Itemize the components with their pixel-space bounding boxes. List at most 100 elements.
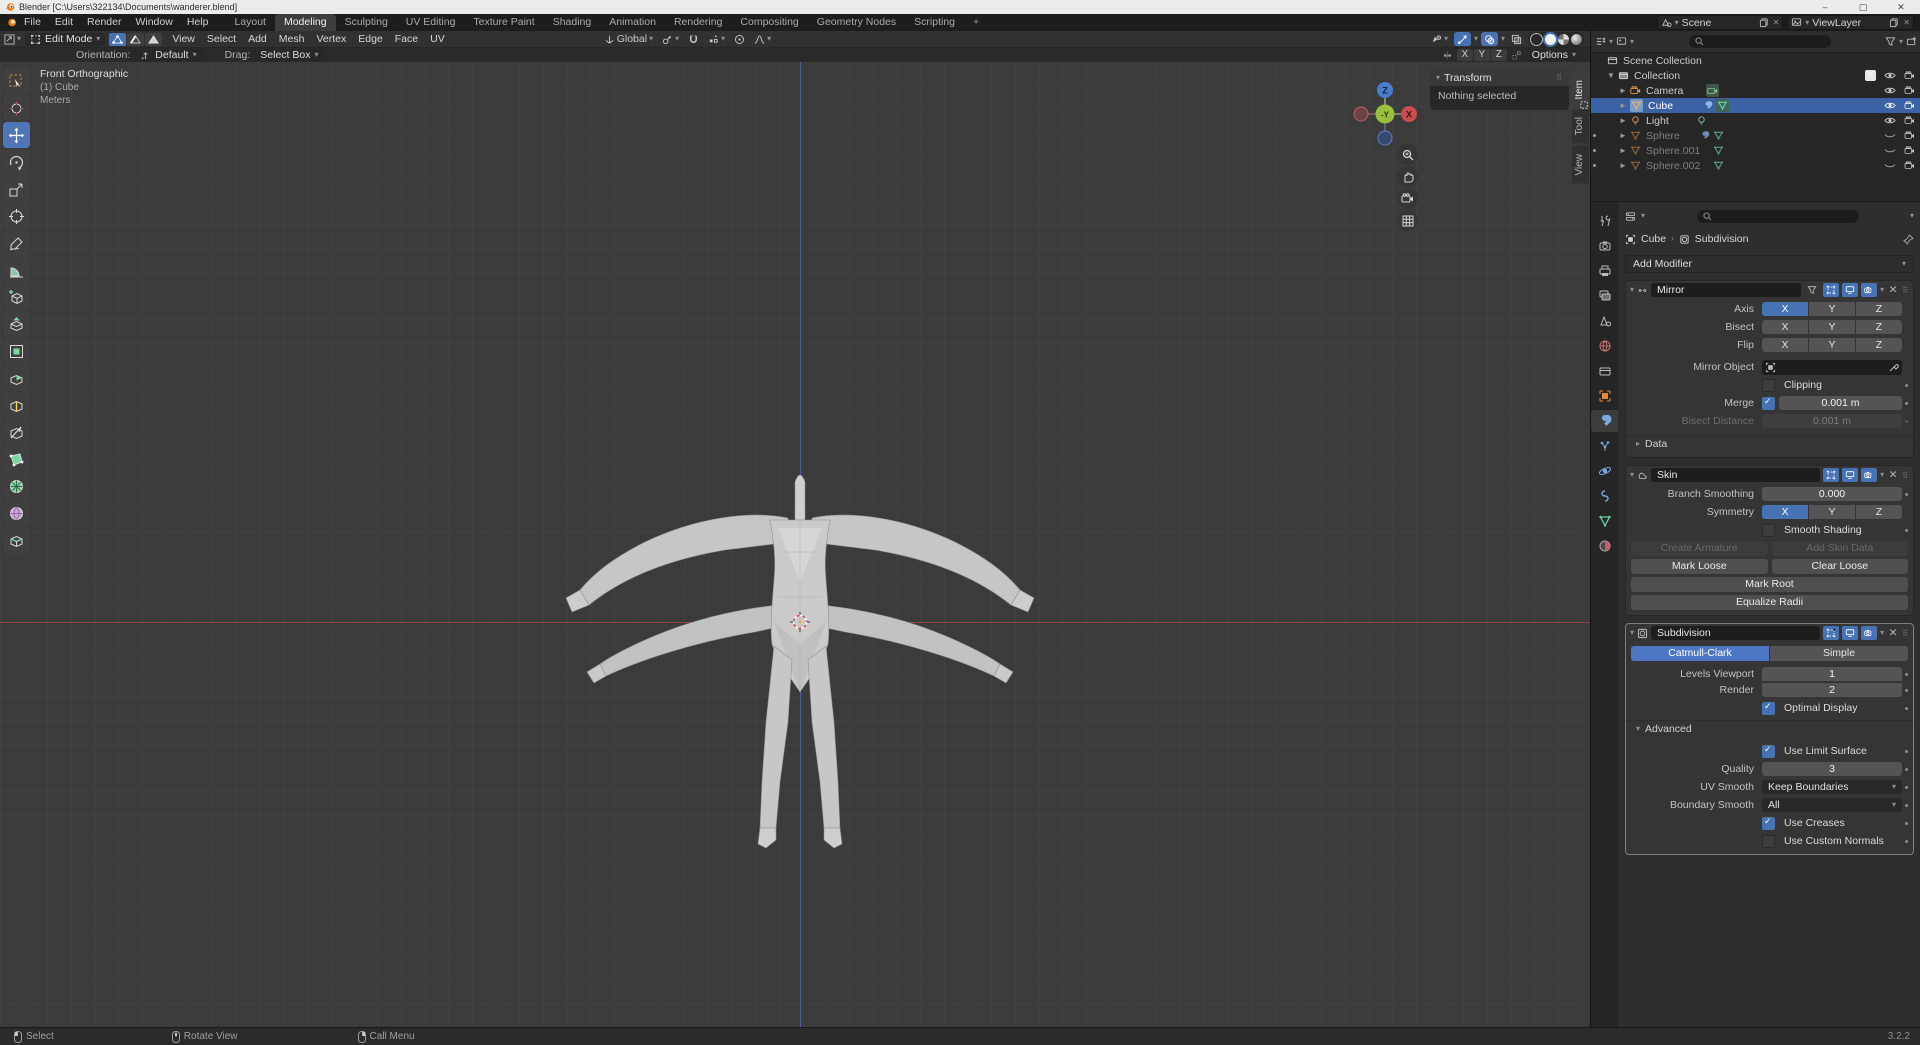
3d-viewport[interactable]: Front Orthographic (1) Cube Meters Z X -… <box>0 62 1590 1028</box>
modifier-name-field[interactable]: Skin <box>1651 468 1820 482</box>
tab-collection[interactable] <box>1591 360 1618 382</box>
zoom-button[interactable] <box>1397 144 1418 165</box>
tool-rotate-button[interactable] <box>3 149 30 175</box>
show-on-cage-toggle[interactable] <box>1804 283 1820 297</box>
workspace-tab-sculpting[interactable]: Sculpting <box>336 14 397 31</box>
outliner-row-sphere[interactable]: ► Sphere <box>1591 128 1920 143</box>
toggle-perspective-button[interactable] <box>1397 210 1418 231</box>
tool-smooth-button[interactable] <box>3 500 30 526</box>
remove-modifier-button[interactable]: ✕ <box>1887 627 1899 639</box>
blender-app-icon[interactable] <box>6 17 17 28</box>
close-button[interactable]: ✕ <box>1882 0 1920 14</box>
outliner-row-sphere-002[interactable]: ► Sphere.002 <box>1591 158 1920 173</box>
mark-root-button[interactable]: Mark Root <box>1631 577 1908 592</box>
create-armature-button[interactable]: Create Armature <box>1631 541 1768 556</box>
collapse-icon[interactable]: ▾ <box>1630 629 1634 637</box>
symmetry-z[interactable]: Z <box>1856 505 1902 519</box>
eyedropper-icon[interactable] <box>1889 362 1899 372</box>
snap-base-icon[interactable] <box>1511 50 1522 61</box>
bisect-y[interactable]: Y <box>1809 320 1855 334</box>
sidebar-tab-view[interactable]: View <box>1572 146 1589 184</box>
use-limit-surface-checkbox[interactable] <box>1762 745 1775 758</box>
workspace-tab-scripting[interactable]: Scripting <box>905 14 964 31</box>
smooth-shading-checkbox[interactable] <box>1762 524 1775 537</box>
tool-extrude-region-button[interactable] <box>3 311 30 337</box>
bisect-distance-field[interactable]: 0.001 m <box>1762 414 1902 428</box>
show-in-render-toggle[interactable] <box>1861 626 1877 640</box>
show-in-render-toggle[interactable] <box>1861 468 1877 482</box>
optimal-display-checkbox[interactable] <box>1762 702 1775 715</box>
new-scene-icon[interactable] <box>1759 17 1770 28</box>
symmetry-x[interactable]: X <box>1762 505 1808 519</box>
eye-open-icon[interactable] <box>1884 116 1896 125</box>
remove-viewlayer-icon[interactable]: ✕ <box>1903 19 1910 27</box>
clear-loose-button[interactable]: Clear Loose <box>1772 559 1909 574</box>
tab-world[interactable] <box>1591 335 1618 357</box>
snap-toggle[interactable] <box>685 32 702 46</box>
add-skin-data-button[interactable]: Add Skin Data <box>1772 541 1909 556</box>
viewport-menu-add[interactable]: Add <box>242 33 273 45</box>
tab-material[interactable] <box>1591 535 1618 557</box>
tool-loop-cut-button[interactable] <box>3 392 30 418</box>
viewport-menu-face[interactable]: Face <box>389 33 424 45</box>
breadcrumb-modifier[interactable]: Subdivision <box>1695 233 1749 245</box>
equalize-radii-button[interactable]: Equalize Radii <box>1631 595 1908 610</box>
menu-window[interactable]: Window <box>128 14 179 31</box>
eye-open-icon[interactable] <box>1884 101 1896 110</box>
solid-shading-button[interactable] <box>1545 34 1556 45</box>
tab-particles[interactable] <box>1591 435 1618 457</box>
collapse-icon[interactable]: ▾ <box>1630 471 1634 479</box>
overlays-dropdown[interactable]: ▾ <box>1501 35 1505 43</box>
add-modifier-dropdown[interactable]: Add Modifier ▾ <box>1625 255 1914 273</box>
workspace-tab-layout[interactable]: Layout <box>225 14 275 31</box>
remove-modifier-button[interactable]: ✕ <box>1887 469 1899 481</box>
drag-handle-icon[interactable]: ⠿ <box>1902 286 1909 295</box>
modifier-extras-dropdown[interactable]: ▾ <box>1880 286 1884 294</box>
show-in-editmode-toggle[interactable] <box>1823 626 1839 640</box>
tool-transform-button[interactable] <box>3 203 30 229</box>
modifier-extras-dropdown[interactable]: ▾ <box>1880 629 1884 637</box>
tool-edge-slide-button[interactable] <box>3 527 30 553</box>
outliner-row-light[interactable]: ► Light <box>1591 113 1920 128</box>
expand-icon[interactable]: ► <box>1619 131 1627 140</box>
mirror-axis-z[interactable]: Z <box>1856 302 1902 316</box>
camera-data-icon[interactable] <box>1706 84 1719 97</box>
show-in-viewport-toggle[interactable] <box>1842 468 1858 482</box>
workspace-tab-compositing[interactable]: Compositing <box>731 14 807 31</box>
camera-restrict-icon[interactable] <box>1904 131 1915 140</box>
workspace-tab-shading[interactable]: Shading <box>544 14 601 31</box>
flip-z[interactable]: Z <box>1856 338 1902 352</box>
tool-bevel-button[interactable] <box>3 365 30 391</box>
collapse-icon[interactable]: ▼ <box>1607 71 1615 80</box>
camera-restrict-icon[interactable] <box>1904 71 1915 80</box>
mirror-axis-y[interactable]: Y <box>1809 302 1855 316</box>
tab-modifiers[interactable] <box>1591 410 1618 432</box>
rendered-shading-button[interactable] <box>1571 34 1582 45</box>
pan-button[interactable] <box>1397 166 1418 187</box>
simple-button[interactable]: Simple <box>1770 646 1908 661</box>
outliner-row-scene-collection[interactable]: Scene Collection <box>1591 53 1920 68</box>
flip-y[interactable]: Y <box>1809 338 1855 352</box>
viewport-menu-mesh[interactable]: Mesh <box>273 33 311 45</box>
modifier-extras-dropdown[interactable]: ▾ <box>1880 471 1884 479</box>
menu-edit[interactable]: Edit <box>48 14 80 31</box>
orientation-default-dropdown[interactable]: Default ▾ <box>134 49 202 61</box>
tool-cursor-button[interactable] <box>3 95 30 121</box>
xray-toggle[interactable] <box>1508 32 1525 46</box>
workspace-tab-modeling[interactable]: Modeling <box>275 14 336 31</box>
wanderer-mesh-object[interactable] <box>460 392 1040 912</box>
tool-move-button[interactable] <box>3 122 30 148</box>
properties-search-input[interactable] <box>1697 210 1859 223</box>
tool-add-cube-button[interactable] <box>3 284 30 310</box>
workspace-tab-texture-paint[interactable]: Texture Paint <box>464 14 543 31</box>
filter-mode-icon[interactable] <box>1616 36 1627 47</box>
collapse-icon[interactable]: ▾ <box>1630 286 1634 294</box>
bisect-z[interactable]: Z <box>1856 320 1902 334</box>
clipping-checkbox[interactable] <box>1762 379 1775 392</box>
drag-handle-icon[interactable]: ⠿ <box>1902 629 1909 638</box>
minimize-button[interactable]: – <box>1806 0 1844 14</box>
show-in-render-toggle[interactable] <box>1861 283 1877 297</box>
viewlayer-selector[interactable]: ▾ ViewLayer ✕ <box>1787 15 1914 30</box>
mirror-y-button[interactable]: Y <box>1474 49 1490 61</box>
show-in-viewport-toggle[interactable] <box>1842 626 1858 640</box>
